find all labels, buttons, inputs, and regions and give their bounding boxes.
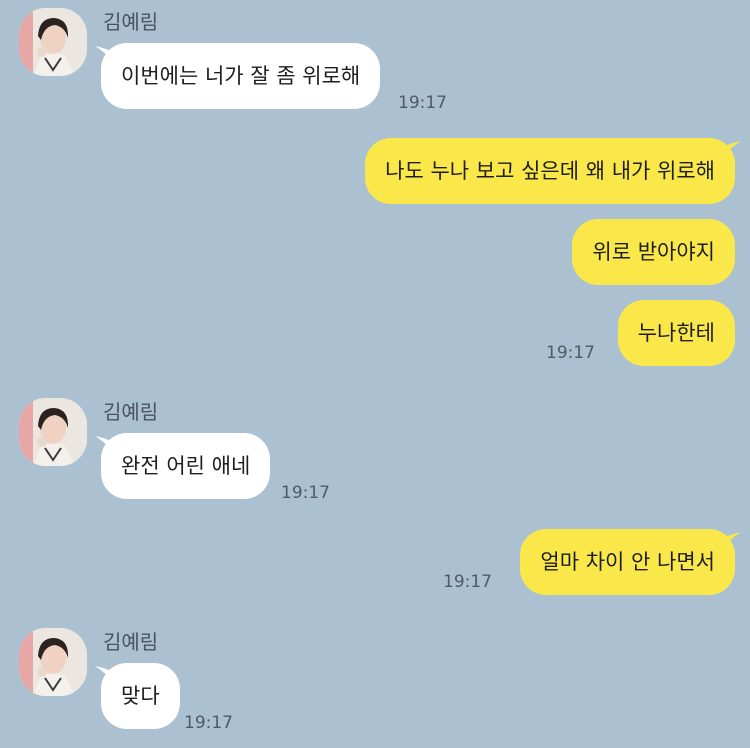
message-text: 얼마 차이 안 나면서 — [540, 550, 715, 574]
message-text: 누나한테 — [637, 321, 715, 345]
avatar[interactable] — [19, 398, 87, 466]
message-text: 나도 누나 보고 싶은데 왜 내가 위로해 — [385, 159, 715, 183]
message-text: 맞다 — [121, 684, 160, 708]
timestamp: 19:17 — [281, 483, 330, 503]
message-bubble[interactable]: 완전 어린 애네 — [101, 433, 271, 499]
message-text: 위로 받아야지 — [592, 240, 715, 264]
avatar[interactable] — [19, 628, 87, 696]
sender-name: 김예림 — [103, 400, 159, 424]
profile-photo-icon — [19, 398, 87, 466]
message-text: 완전 어린 애네 — [121, 454, 251, 478]
avatar[interactable] — [19, 8, 87, 76]
chat-room: 김예림 이번에는 너가 잘 좀 위로해 19:17 나도 누나 보고 싶은데 왜… — [0, 0, 750, 748]
sender-name: 김예림 — [103, 630, 159, 654]
message-bubble[interactable]: 누나한테 — [617, 300, 735, 366]
message-bubble[interactable]: 이번에는 너가 잘 좀 위로해 — [101, 43, 381, 109]
message-bubble[interactable]: 맞다 — [101, 663, 180, 729]
profile-photo-icon — [19, 8, 87, 76]
message-bubble[interactable]: 얼마 차이 안 나면서 — [520, 529, 735, 595]
timestamp: 19:17 — [443, 572, 492, 592]
profile-photo-icon — [19, 628, 87, 696]
timestamp: 19:17 — [184, 713, 233, 733]
message-bubble[interactable]: 위로 받아야지 — [572, 219, 735, 285]
timestamp: 19:17 — [398, 93, 447, 113]
sender-name: 김예림 — [103, 10, 159, 34]
message-text: 이번에는 너가 잘 좀 위로해 — [121, 64, 361, 88]
message-bubble[interactable]: 나도 누나 보고 싶은데 왜 내가 위로해 — [365, 138, 735, 204]
timestamp: 19:17 — [546, 343, 595, 363]
